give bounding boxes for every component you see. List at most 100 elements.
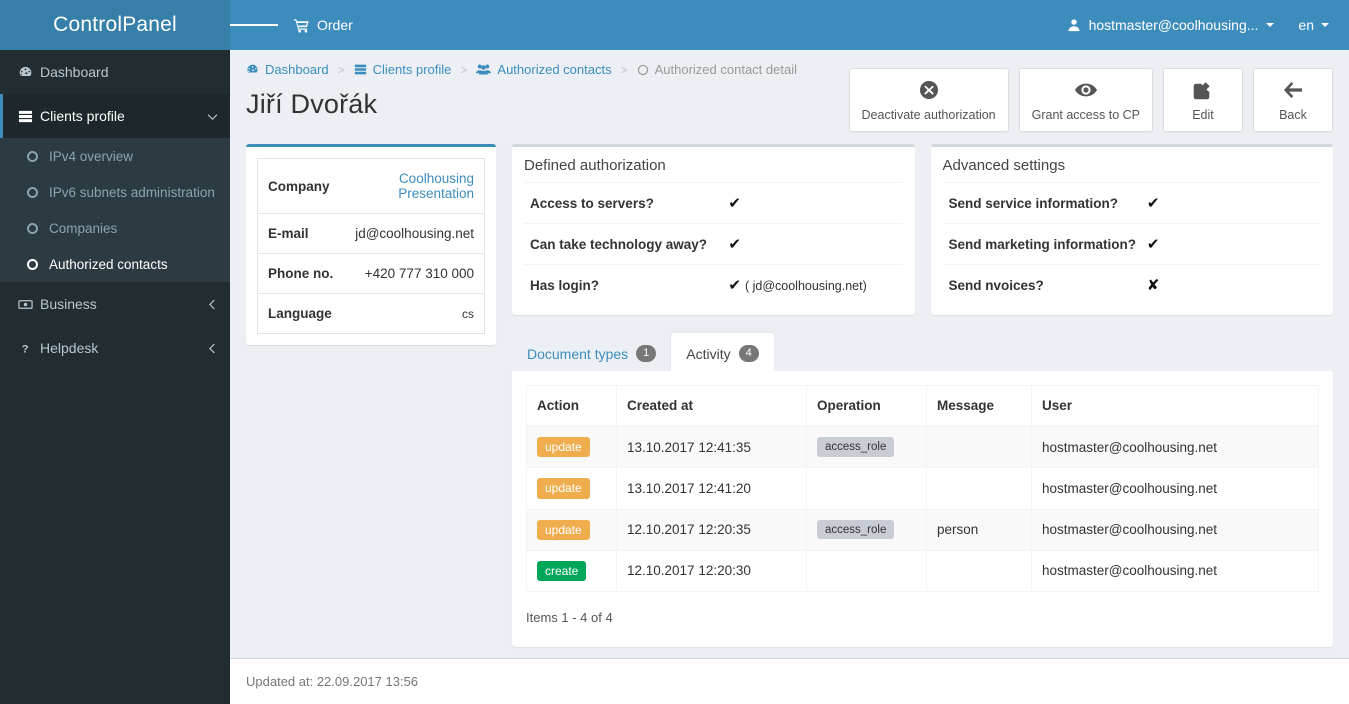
breadcrumb-separator: >	[460, 62, 468, 77]
circle-icon	[27, 222, 38, 234]
tab-badge: 4	[738, 345, 759, 363]
deactivate-authorization-button[interactable]: Deactivate authorization	[848, 68, 1009, 132]
chevron-down-icon	[1321, 23, 1329, 27]
operation-badge: access_role	[817, 519, 895, 540]
tab-panel-activity: Action Created at Operation Message User	[512, 371, 1333, 647]
tab-badge: 1	[636, 345, 657, 363]
breadcrumb-item-clients-profile[interactable]: Clients profile	[354, 62, 451, 77]
check-icon: ✔	[728, 236, 741, 253]
sidebar-item-ipv6-subnets[interactable]: IPv6 subnets administration	[0, 174, 230, 210]
sidebar-item-dashboard[interactable]: Dashboard	[0, 50, 230, 94]
table-row: Can take technology away? ✔	[524, 223, 903, 265]
tab-document-types[interactable]: Document types 1	[512, 333, 671, 372]
contact-info-card: Company Coolhousing Presentation E-mail …	[246, 147, 496, 345]
chevron-down-icon	[1266, 23, 1275, 27]
defined-authorization-panel: Defined authorization Access to servers?…	[512, 144, 915, 315]
cell-action: update	[526, 425, 617, 468]
setting-question: Send nvoices?	[948, 277, 1044, 293]
table-row: E-mail jd@coolhousing.net	[257, 213, 485, 254]
action-label: Deactivate authorization	[861, 108, 996, 122]
cell-message	[926, 425, 1032, 468]
topbar-right: hostmaster@coolhousing... en	[1053, 0, 1349, 50]
breadcrumb-label: Authorized contacts	[497, 62, 612, 77]
contact-info-table: Company Coolhousing Presentation E-mail …	[257, 158, 485, 334]
company-link[interactable]: Coolhousing Presentation	[398, 171, 474, 201]
sidebar-item-business[interactable]: Business	[0, 282, 230, 326]
user-menu-label: hostmaster@coolhousing...	[1088, 17, 1259, 33]
brand-title: ControlPanel	[53, 13, 177, 36]
auth-answer: ✔( jd@coolhousing.net)	[728, 265, 902, 306]
circle-icon	[637, 64, 649, 76]
table-row: Company Coolhousing Presentation	[257, 158, 485, 214]
cell-user: hostmaster@coolhousing.net	[1031, 549, 1319, 592]
tab-list: Document types 1 Activity 4	[512, 333, 1333, 373]
brand-logo[interactable]: ControlPanel	[0, 0, 230, 50]
setting-answer: ✔	[1147, 224, 1321, 265]
content-header: Dashboard > Clients profile > Authorized…	[230, 50, 1349, 132]
circle-icon	[27, 186, 38, 198]
cell-created-at: 13.10.2017 12:41:20	[616, 467, 807, 510]
table-row: Has login? ✔( jd@coolhousing.net)	[524, 264, 903, 306]
auth-question: Access to servers?	[530, 195, 654, 211]
content-grid: Company Coolhousing Presentation E-mail …	[230, 132, 1349, 647]
panel-title: Defined authorization	[524, 157, 666, 174]
dashboard-icon	[18, 65, 40, 80]
sidebar-item-helpdesk[interactable]: ? Helpdesk	[0, 326, 230, 370]
user-avatar-icon	[1067, 18, 1081, 32]
operation-badge: access_role	[817, 437, 895, 458]
chevron-left-icon	[207, 299, 218, 310]
content-header-left: Dashboard > Clients profile > Authorized…	[246, 62, 849, 120]
sidebar-item-authorized-contacts[interactable]: Authorized contacts	[0, 246, 230, 282]
info-key: Company	[257, 158, 344, 214]
contact-info-box: Company Coolhousing Presentation E-mail …	[246, 144, 496, 345]
language-menu[interactable]: en	[1288, 0, 1349, 50]
tab-label: Activity	[686, 345, 731, 362]
circle-icon	[27, 150, 38, 162]
action-buttons: Deactivate authorization Grant access to…	[848, 62, 1333, 132]
breadcrumb-item-authorized-contacts[interactable]: Authorized contacts	[476, 62, 612, 77]
check-icon: ✔	[728, 195, 741, 212]
breadcrumb-item-authorized-contact-detail: Authorized contact detail	[637, 62, 797, 77]
info-key: Language	[268, 306, 332, 321]
table-row: Send service information? ✔	[942, 182, 1321, 224]
table-header-row: Action Created at Operation Message User	[526, 385, 1319, 428]
auth-answer-note: ( jd@coolhousing.net)	[744, 279, 867, 293]
sidebar-item-clients-profile[interactable]: Clients profile	[0, 94, 230, 138]
edit-button[interactable]: Edit	[1163, 68, 1243, 132]
app-root: ControlPanel Dashboard Clients profile I…	[0, 0, 1349, 704]
page-footer: Updated at: 22.09.2017 13:56	[230, 658, 1349, 704]
action-badge: create	[537, 560, 587, 581]
content-area: Dashboard > Clients profile > Authorized…	[230, 50, 1349, 658]
breadcrumb: Dashboard > Clients profile > Authorized…	[246, 62, 849, 77]
action-label: Edit	[1192, 108, 1214, 122]
times-circle-icon	[919, 79, 939, 101]
sidebar-subitem-label: Authorized contacts	[49, 256, 168, 272]
user-menu[interactable]: hostmaster@coolhousing...	[1053, 0, 1289, 50]
breadcrumb-separator: >	[337, 62, 345, 77]
server-icon	[354, 63, 367, 76]
breadcrumb-item-dashboard[interactable]: Dashboard	[246, 62, 329, 77]
table-body: update 13.10.2017 12:41:35 access_role h…	[526, 425, 1319, 592]
users-icon	[476, 63, 492, 76]
sidebar-item-ipv4-overview[interactable]: IPv4 overview	[0, 138, 230, 174]
sidebar-item-label: Business	[40, 296, 97, 312]
grant-access-to-cp-button[interactable]: Grant access to CP	[1018, 68, 1153, 132]
breadcrumb-label: Authorized contact detail	[654, 62, 797, 77]
dashboard-icon	[246, 63, 259, 76]
menu-toggle-icon[interactable]	[230, 0, 278, 50]
table-row: update 12.10.2017 12:20:35 access_role p…	[526, 508, 1319, 551]
back-button[interactable]: Back	[1253, 68, 1333, 132]
sidebar-item-label: Dashboard	[40, 64, 109, 80]
info-value: +420 777 310 000	[343, 253, 485, 294]
order-label: Order	[317, 17, 353, 33]
order-link[interactable]: Order	[278, 0, 369, 50]
sidebar-subitem-label: IPv4 overview	[49, 148, 134, 164]
sidebar-item-companies[interactable]: Companies	[0, 210, 230, 246]
cell-created-at: 12.10.2017 12:20:30	[616, 549, 807, 592]
tab-activity[interactable]: Activity 4	[671, 333, 774, 373]
activity-table: Action Created at Operation Message User	[526, 385, 1319, 592]
top-navbar: Order hostmaster@coolhousing... en	[230, 0, 1349, 50]
items-count: Items 1 - 4 of 4	[526, 609, 613, 625]
cell-operation	[806, 467, 927, 510]
action-label: Grant access to CP	[1031, 108, 1140, 122]
